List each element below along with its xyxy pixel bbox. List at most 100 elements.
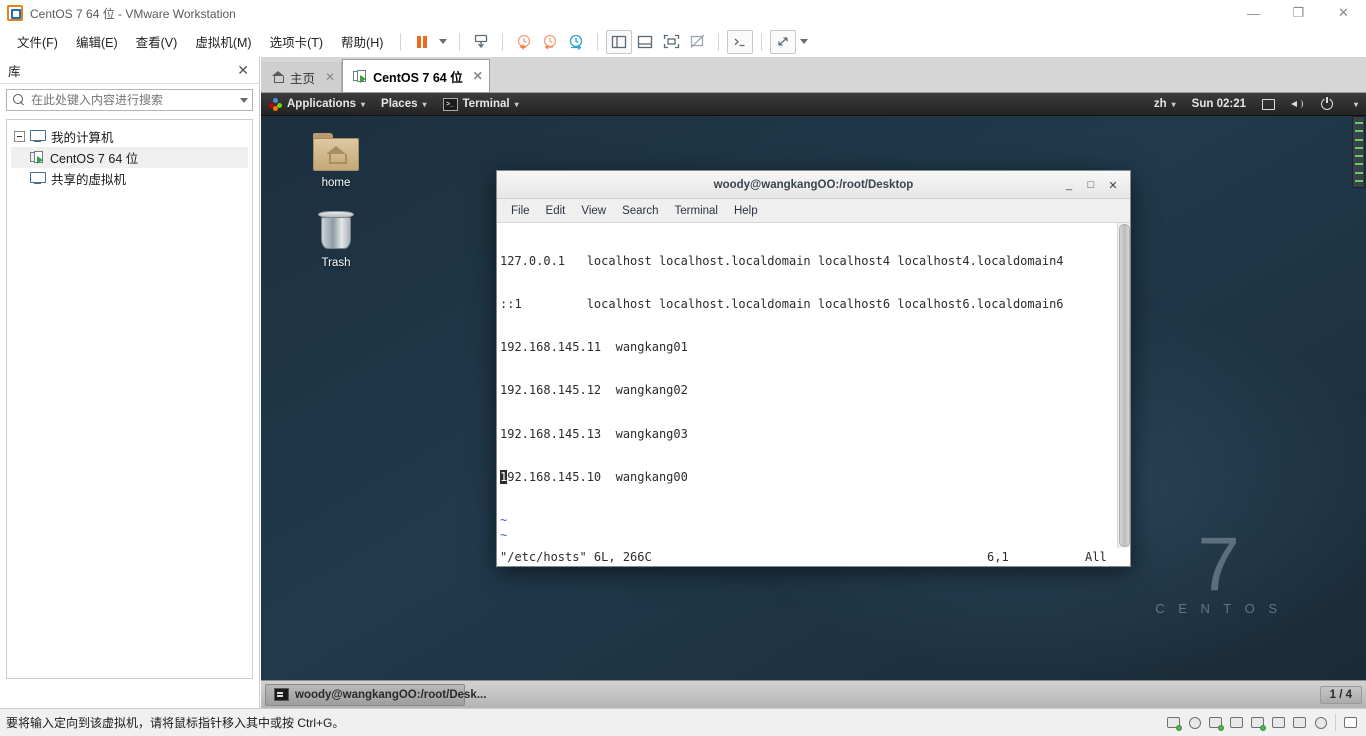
cdrom-icon[interactable] — [1185, 714, 1204, 732]
desktop-icon-label: home — [321, 177, 351, 189]
vm-powered-on-icon — [30, 151, 44, 164]
vim-status-file: "/etc/hosts" 6L, 266C — [500, 550, 652, 564]
restore-button[interactable]: ❐ — [1276, 0, 1321, 26]
tree-item-shared-vms[interactable]: 共享的虚拟机 — [11, 168, 248, 189]
search-chevron-down-icon[interactable] — [240, 97, 248, 103]
clock[interactable]: Sun 02:21 — [1184, 93, 1254, 116]
menu-view[interactable]: 查看(V) — [127, 28, 187, 55]
computer-icon — [30, 130, 46, 143]
tab-label: CentOS 7 64 位 — [373, 70, 463, 85]
terminal-scrollbar[interactable] — [1117, 223, 1130, 548]
tree-item-centos7[interactable]: CentOS 7 64 位 — [11, 147, 248, 168]
tab-label: 主页 — [290, 71, 316, 86]
window-title: CentOS 7 64 位 - VMware Workstation — [30, 6, 236, 21]
tree-item-label: 共享的虚拟机 — [51, 173, 127, 187]
terminal-close-button[interactable]: ✕ — [1102, 174, 1124, 196]
search-input[interactable] — [31, 93, 240, 107]
vm-guest-screen[interactable]: Applications ▾ Places ▾ >_ Terminal ▾ zh… — [261, 93, 1366, 708]
snapshot-manager-icon[interactable] — [563, 30, 589, 54]
toolbar-separator — [459, 32, 461, 51]
power-indicator[interactable] — [1313, 93, 1341, 116]
terminal-window-controls: _ □ ✕ — [1058, 171, 1124, 199]
workspace-indicator[interactable]: 1 / 4 — [1319, 685, 1362, 704]
applications-label: Applications — [287, 98, 357, 110]
snapshot-take-icon[interactable] — [511, 30, 537, 54]
places-menu[interactable]: Places ▾ — [373, 93, 434, 116]
chevron-down-icon: ▾ — [1171, 99, 1176, 109]
system-menu[interactable]: ▾ — [1341, 93, 1366, 116]
printer-icon[interactable] — [1269, 714, 1288, 732]
send-ctrl-alt-del-icon[interactable] — [468, 30, 494, 54]
terminal-menu-edit[interactable]: Edit — [538, 202, 574, 220]
usb-icon[interactable] — [1227, 714, 1246, 732]
close-button[interactable]: ✕ — [1321, 0, 1366, 26]
stretch-dropdown-caret-icon[interactable] — [796, 30, 812, 54]
menu-vm[interactable]: 虚拟机(M) — [186, 28, 260, 55]
fullscreen-icon[interactable] — [658, 30, 684, 54]
menu-tabs[interactable]: 选项卡(T) — [261, 28, 332, 55]
applications-menu[interactable]: Applications ▾ — [261, 93, 373, 116]
terminal-minimize-button[interactable]: _ — [1058, 174, 1080, 196]
tree-item-label: CentOS 7 64 位 — [50, 152, 139, 166]
vmware-logo-icon — [7, 5, 23, 21]
show-library-icon[interactable] — [606, 29, 633, 54]
menu-edit[interactable]: 编辑(E) — [67, 28, 127, 55]
terminal-menu-help[interactable]: Help — [726, 202, 766, 220]
terminal-menubar: File Edit View Search Terminal Help — [497, 199, 1130, 223]
expander-collapse-icon[interactable] — [14, 131, 25, 142]
tree-item-my-computer[interactable]: 我的计算机 — [11, 126, 248, 147]
vim-status-scroll: All — [1085, 550, 1107, 564]
vim-status-line: "/etc/hosts" 6L, 266C 6,1 All — [497, 548, 1130, 566]
suspend-dropdown-caret-icon[interactable] — [435, 30, 451, 54]
menu-help[interactable]: 帮助(H) — [332, 28, 392, 55]
volume-indicator[interactable] — [1283, 93, 1313, 116]
stretch-icon[interactable] — [770, 29, 797, 54]
display-indicator[interactable] — [1254, 93, 1283, 116]
tab-close-icon[interactable]: ✕ — [325, 70, 335, 84]
vim-line: 192.168.145.12 wangkang02 — [500, 383, 688, 398]
show-thumbnails-icon[interactable] — [632, 30, 658, 54]
library-tree: 我的计算机 CentOS 7 64 位 共享的虚拟机 — [6, 119, 253, 679]
library-close-icon[interactable]: ✕ — [233, 62, 253, 79]
chevron-down-icon: ▾ — [514, 99, 519, 109]
terminal-title: woody@wangkangOO:/root/Desktop — [713, 178, 914, 191]
sound-icon[interactable] — [1248, 714, 1267, 732]
watermark-text: C E N T O S — [1155, 601, 1282, 616]
desktop-icon-home[interactable]: home — [298, 133, 374, 189]
desktop-icon-label: Trash — [321, 257, 351, 269]
terminal-maximize-button[interactable]: □ — [1080, 174, 1102, 196]
library-search-box[interactable] — [6, 89, 253, 111]
gnome-terminal-window[interactable]: woody@wangkangOO:/root/Desktop _ □ ✕ Fil… — [496, 170, 1131, 567]
tab-close-icon[interactable]: ✕ — [473, 69, 483, 83]
input-source-indicator[interactable]: zh ▾ — [1146, 93, 1184, 116]
terminal-menu-file[interactable]: File — [503, 202, 538, 220]
display-icon[interactable] — [1311, 714, 1330, 732]
tab-home[interactable]: 主页 ✕ — [261, 62, 343, 92]
console-view-icon[interactable] — [727, 29, 754, 54]
unity-icon[interactable] — [684, 30, 710, 54]
tab-centos7[interactable]: CentOS 7 64 位 ✕ — [342, 59, 490, 92]
snapshot-revert-icon[interactable] — [537, 30, 563, 54]
taskbar-window-button[interactable]: woody@wangkangOO:/root/Desk... — [265, 683, 486, 706]
terminal-menu-search[interactable]: Search — [614, 202, 666, 220]
network-icon[interactable] — [1206, 714, 1225, 732]
menu-file[interactable]: 文件(F) — [8, 28, 67, 55]
vim-buffer[interactable]: 127.0.0.1 localhost localhost.localdomai… — [497, 223, 1117, 548]
guest-side-applet[interactable] — [1352, 116, 1365, 188]
vim-line: 127.0.0.1 localhost localhost.localdomai… — [500, 253, 1064, 268]
centos-watermark: 7 C E N T O S — [1155, 526, 1282, 616]
trash-icon — [317, 211, 355, 251]
minimize-button[interactable]: — — [1231, 0, 1276, 26]
harddisk-icon[interactable] — [1164, 714, 1183, 732]
suspend-icon[interactable] — [409, 30, 435, 54]
terminal-body[interactable]: 127.0.0.1 localhost localhost.localdomai… — [497, 223, 1130, 548]
gnome-top-panel: Applications ▾ Places ▾ >_ Terminal ▾ zh… — [261, 93, 1366, 116]
terminal-menu-terminal[interactable]: Terminal — [667, 202, 726, 220]
camera-icon[interactable] — [1290, 714, 1309, 732]
search-icon — [13, 93, 26, 107]
message-icon[interactable] — [1341, 714, 1360, 732]
terminal-menu-view[interactable]: View — [573, 202, 614, 220]
terminal-app-menu[interactable]: >_ Terminal ▾ — [435, 93, 527, 116]
scrollbar-thumb[interactable] — [1119, 224, 1130, 547]
desktop-icon-trash[interactable]: Trash — [298, 211, 374, 269]
